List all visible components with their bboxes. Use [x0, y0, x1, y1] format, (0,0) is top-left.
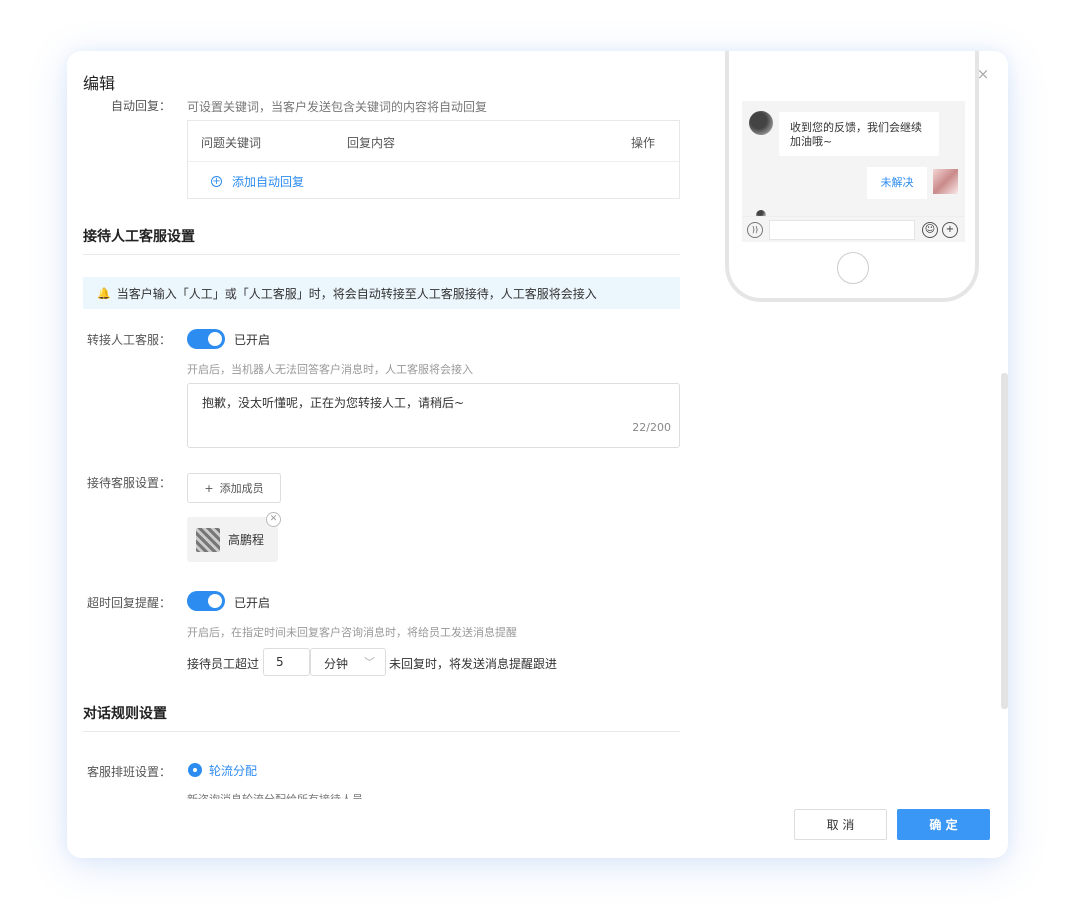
timeout-minutes-input[interactable]: 5 — [263, 648, 310, 676]
member-chip: 高鹏程 — [187, 517, 278, 562]
timeout-suffix: 未回复时，将发送消息提醒跟进 — [389, 657, 558, 671]
add-auto-reply-button[interactable]: + 添加自动回复 — [211, 173, 304, 190]
user-avatar — [933, 169, 958, 194]
close-icon[interactable]: × — [976, 67, 990, 82]
chat-preview: 收到您的反馈，我们会继续加油哦~ 未解决 )) ☺ + — [742, 101, 965, 242]
auto-reply-label: 自动回复： — [110, 99, 171, 113]
add-member-label: 添加成员 — [219, 482, 264, 495]
transfer-message-text: 抱歉，没太听懂呢，正在为您转接人工，请稍后~ — [202, 396, 465, 410]
bot-message: 收到您的反馈，我们会继续加油哦~ — [779, 112, 939, 156]
modal-content: 自动回复： 可设置关键词，当客户发送包含关键词的内容将自动回复 问题关键词 回复… — [67, 51, 1007, 801]
avatar — [196, 527, 220, 552]
column-header-keyword: 问题关键词 — [201, 136, 262, 150]
schedule-label: 客服排班设置： — [86, 765, 171, 779]
chat-input-bar: )) ☺ + — [742, 216, 965, 242]
transfer-message-textarea[interactable]: 抱歉，没太听懂呢，正在为您转接人工，请稍后~ 22/200 — [187, 383, 680, 448]
section-divider — [83, 731, 680, 732]
timeout-unit-select[interactable]: 分钟 ﹀ — [310, 648, 386, 676]
radio-round-robin[interactable] — [188, 763, 202, 777]
keyword-table: 问题关键词 回复内容 操作 + 添加自动回复 — [187, 120, 680, 199]
chevron-down-icon: ﹀ — [364, 656, 375, 669]
plus-icon: + — [204, 481, 214, 495]
column-header-action: 操作 — [631, 136, 656, 150]
char-counter: 22/200 — [632, 421, 671, 434]
add-member-button[interactable]: + 添加成员 — [187, 473, 281, 503]
transfer-toggle[interactable] — [187, 329, 225, 349]
member-name: 高鹏程 — [228, 533, 265, 547]
plus-circle-icon: + — [211, 176, 222, 187]
confirm-button[interactable]: 确 定 — [897, 809, 990, 840]
timeout-status: 已开启 — [234, 596, 271, 610]
timeout-unit-value: 分钟 — [324, 657, 349, 671]
section-divider — [83, 254, 680, 255]
column-header-reply: 回复内容 — [347, 136, 396, 150]
schedule-hint: 新咨询消息轮流分配给所有接待人员 — [187, 791, 363, 799]
bot-avatar — [749, 111, 773, 135]
table-header: 问题关键词 回复内容 操作 — [188, 121, 679, 162]
emoji-icon[interactable]: ☺ — [922, 222, 938, 238]
notice-text: 当客户输入「人工」或「人工客服」时，将会自动转接至人工客服接待，人工客服将会接入 — [116, 286, 597, 301]
voice-icon[interactable]: )) — [747, 222, 763, 238]
scrollbar[interactable] — [1001, 373, 1008, 709]
notice-banner: 🔔 当客户输入「人工」或「人工客服」时，将会自动转接至人工客服接待，人工客服将会… — [83, 277, 680, 309]
remove-member-icon[interactable]: ✕ — [266, 512, 281, 527]
timeout-toggle[interactable] — [187, 591, 225, 611]
plus-icon[interactable]: + — [942, 222, 958, 238]
transfer-hint: 开启后，当机器人无法回答客户消息时，人工客服将会接入 — [187, 363, 473, 376]
unresolved-reply[interactable]: 未解决 — [867, 167, 927, 199]
modal-title: 编辑 — [83, 70, 703, 96]
cancel-button[interactable]: 取 消 — [794, 809, 887, 840]
edit-modal: 自动回复： 可设置关键词，当客户发送包含关键词的内容将自动回复 问题关键词 回复… — [67, 51, 1008, 858]
timeout-hint: 开启后，在指定时间未回复客户咨询消息时，将给员工发送消息提醒 — [187, 626, 517, 639]
chat-input[interactable] — [769, 220, 915, 240]
radio-round-robin-label[interactable]: 轮流分配 — [209, 762, 257, 779]
section-title-rules: 对话规则设置 — [83, 706, 167, 722]
transfer-label: 转接人工客服： — [86, 333, 171, 347]
section-title-human: 接待人工客服设置 — [83, 229, 195, 245]
bell-icon: 🔔 — [97, 286, 111, 300]
auto-reply-hint: 可设置关键词，当客户发送包含关键词的内容将自动回复 — [187, 100, 488, 114]
timeout-label: 超时回复提醒： — [86, 596, 171, 610]
transfer-status: 已开启 — [234, 333, 271, 347]
reception-label: 接待客服设置： — [86, 476, 171, 490]
phone-home-button — [837, 252, 869, 284]
add-auto-reply-label: 添加自动回复 — [232, 175, 305, 189]
timeout-prefix: 接待员工超过 — [187, 657, 260, 671]
